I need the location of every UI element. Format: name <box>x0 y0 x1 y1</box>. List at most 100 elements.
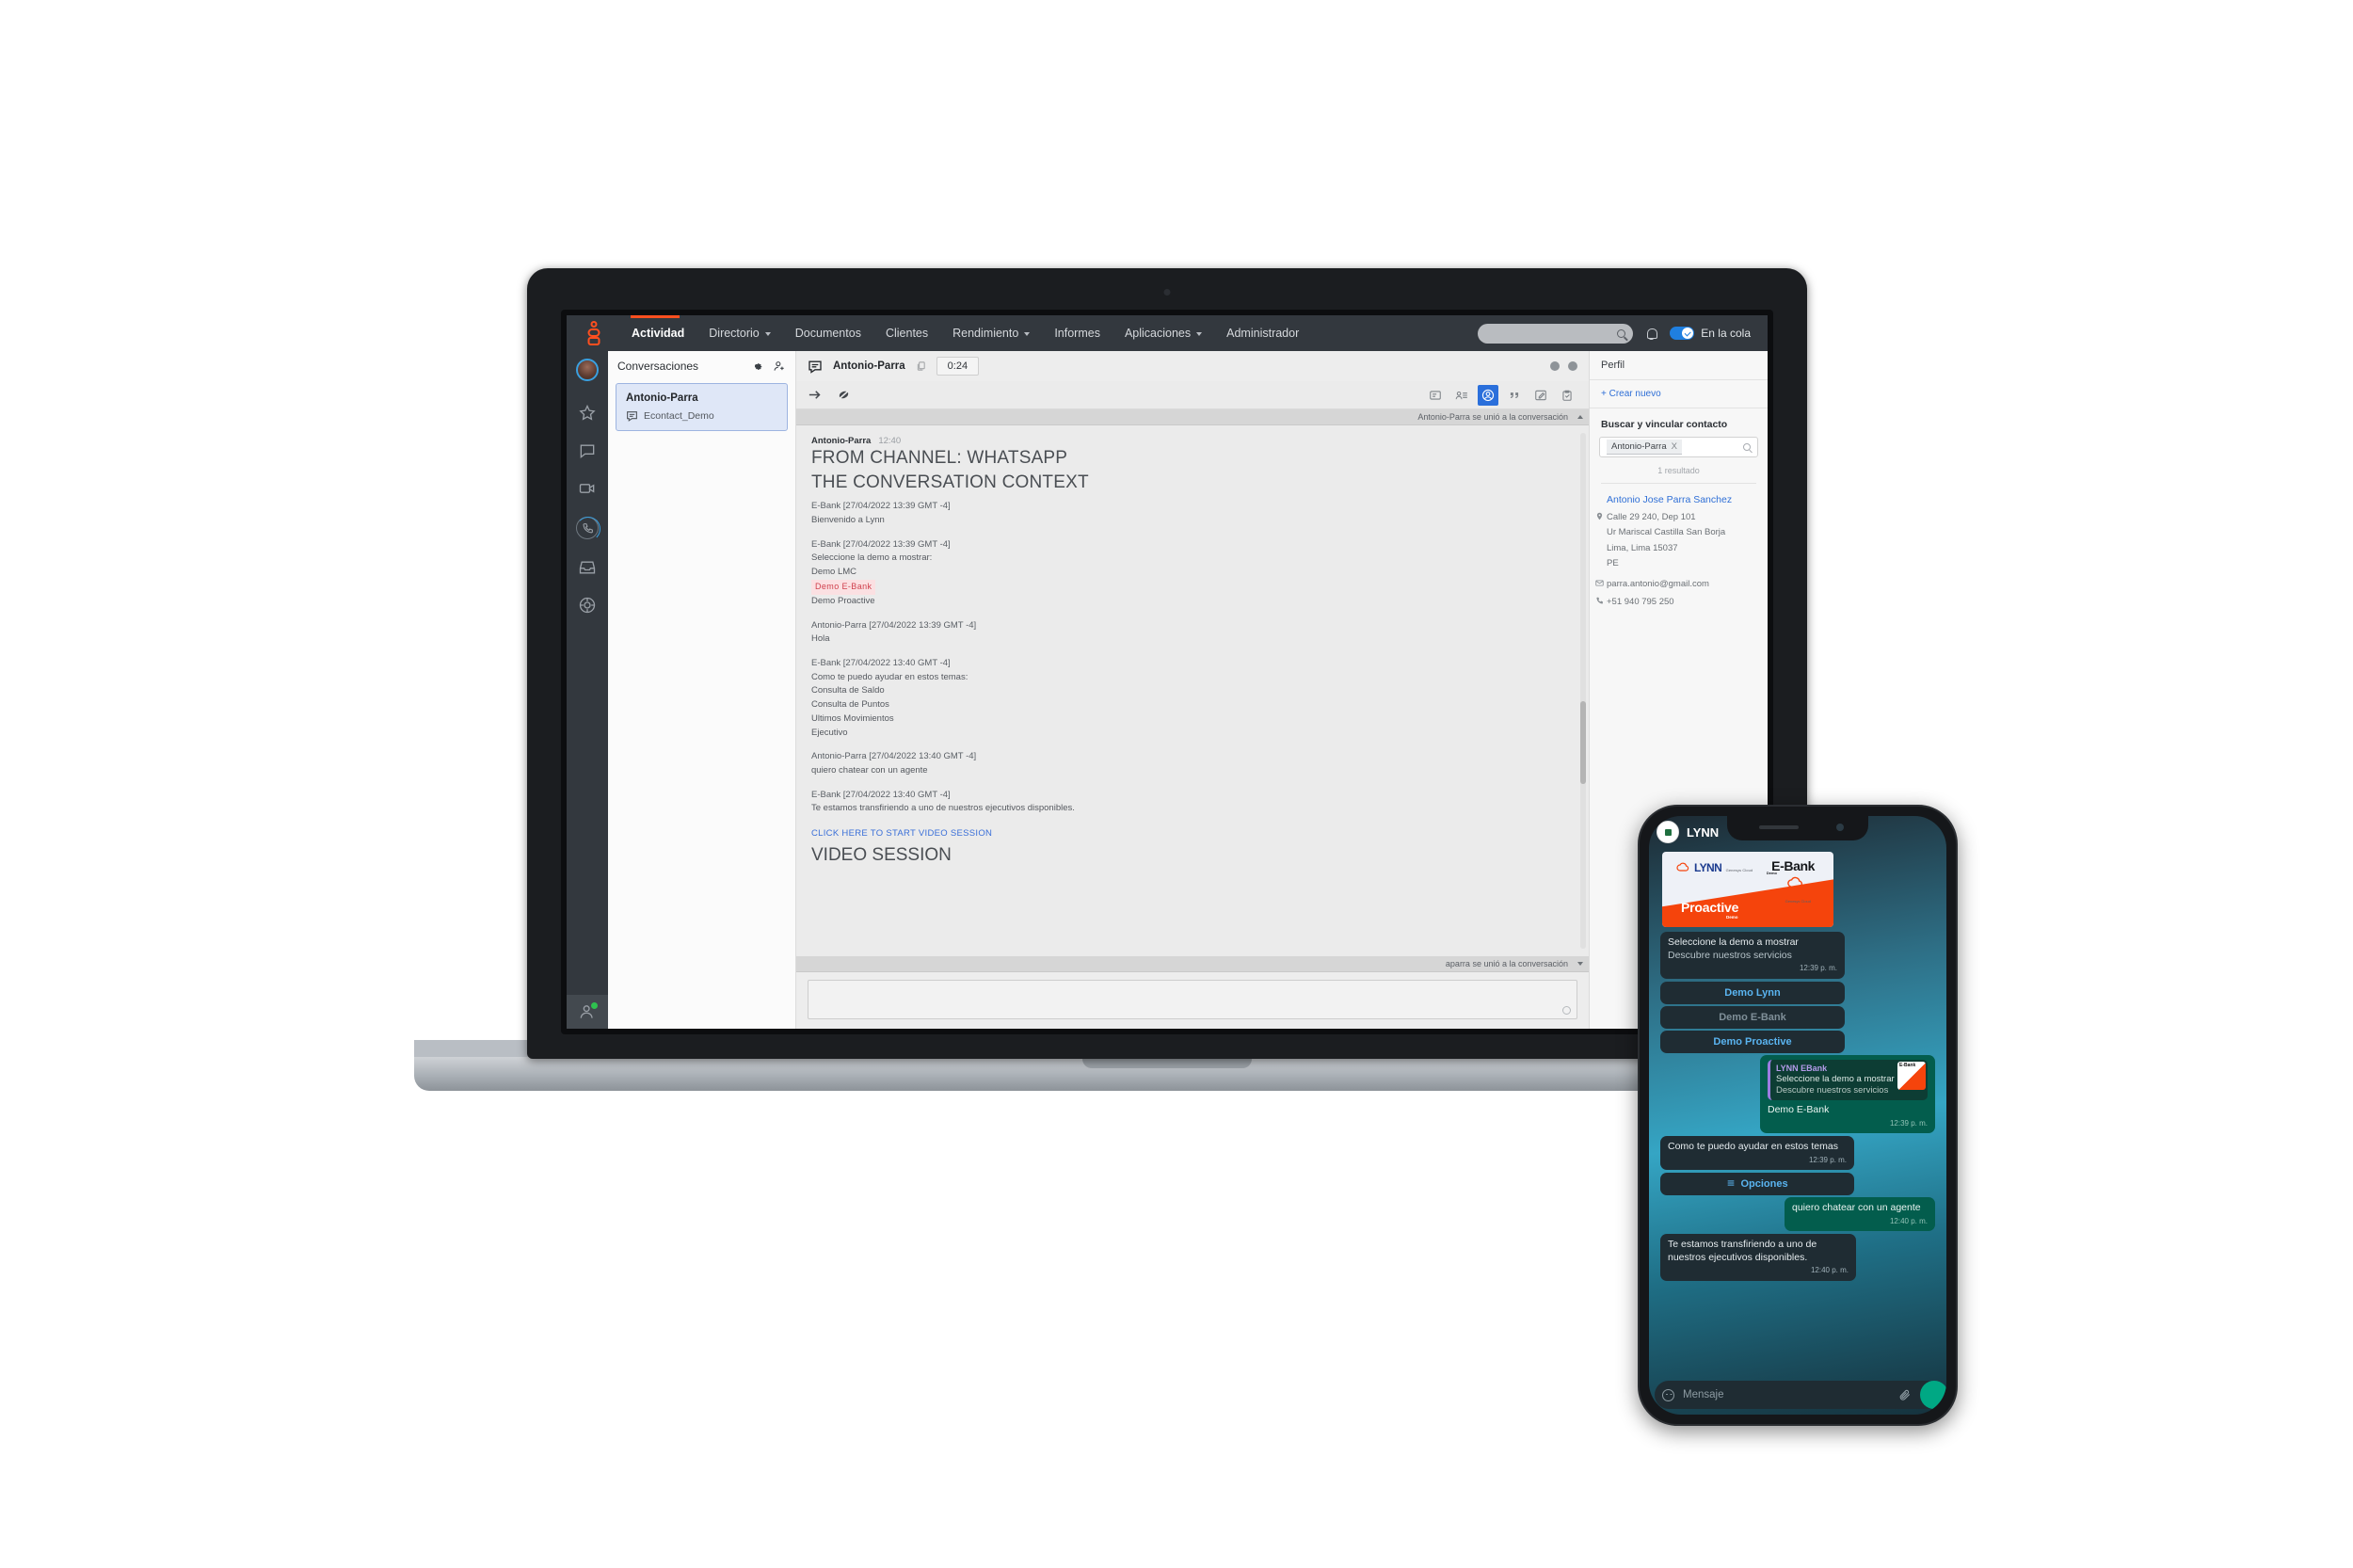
phone-icon[interactable] <box>575 516 600 541</box>
contact-address-line-1: Calle 29 240, Dep 101 <box>1607 512 1696 522</box>
emoji-icon[interactable] <box>1662 1388 1674 1401</box>
transfer-icon[interactable] <box>808 388 822 402</box>
start-video-session-link[interactable]: CLICK HERE TO START VIDEO SESSION <box>811 828 1574 839</box>
options-button[interactable]: Opciones <box>1660 1173 1854 1196</box>
message-meta: E-Bank [27/04/2022 13:39 GMT -4] <box>811 501 951 512</box>
queue-status-control[interactable]: En la cola <box>1670 327 1751 340</box>
nav-item-documentos[interactable]: Documentos <box>783 315 873 351</box>
transcript-block: E-Bank [27/04/2022 13:40 GMT -4] Te esta… <box>811 789 1574 816</box>
genesys-cloud-app: Actividad Directorio Documentos Clientes <box>567 315 1768 1029</box>
laptop-device: Actividad Directorio Documentos Clientes <box>414 268 1920 1096</box>
message-input-placeholder[interactable]: Mensaje <box>1683 1389 1890 1400</box>
nav-item-administrador[interactable]: Administrador <box>1214 315 1311 351</box>
envelope-icon <box>1595 579 1604 587</box>
message-line: Ultimos Movimientos <box>811 712 894 724</box>
sidebar-item-agent[interactable] <box>567 995 608 1029</box>
global-search-input[interactable] <box>1478 323 1634 344</box>
quick-reply-demo-proactive[interactable]: Demo Proactive <box>1660 1030 1845 1053</box>
scroll-up-icon[interactable] <box>1577 415 1583 419</box>
star-icon[interactable] <box>578 404 597 423</box>
video-icon[interactable] <box>578 479 597 498</box>
gear-icon[interactable] <box>750 360 763 373</box>
left-icon-rail <box>567 351 608 1029</box>
quote-icon[interactable] <box>1504 385 1525 406</box>
conversation-header-actions <box>1550 361 1577 371</box>
contact-chip[interactable]: Antonio-Parra X <box>1607 440 1682 455</box>
message-time: 12:39 p. m. <box>1889 1118 1928 1128</box>
message-meta: E-Bank [27/04/2022 13:40 GMT -4] <box>811 657 951 668</box>
send-voice-button[interactable] <box>1920 1381 1946 1409</box>
attachment-icon[interactable] <box>1898 1388 1912 1401</box>
whatsapp-input-bar[interactable]: Mensaje <box>1655 1381 1941 1409</box>
button-label: Opciones <box>1740 1178 1788 1191</box>
create-new-link[interactable]: + Crear nuevo <box>1590 380 1768 408</box>
clipboard-check-icon[interactable] <box>1557 385 1577 406</box>
close-icon[interactable]: X <box>1672 441 1677 452</box>
button-label: Demo Proactive <box>1713 1035 1792 1048</box>
webcam-icon <box>1163 289 1171 296</box>
transcript-scrollbar[interactable] <box>1580 433 1586 949</box>
genesys-logo-icon[interactable] <box>582 321 606 345</box>
whatsapp-message-out: quiero chatear con un agente 12:40 p. m. <box>1785 1197 1935 1232</box>
conversation-channel-label: Econtact_Demo <box>644 410 714 422</box>
message-line: Como te puedo ayudar en estos temas: <box>811 671 968 682</box>
transcript-icon[interactable] <box>1425 385 1446 406</box>
inbox-icon[interactable] <box>578 558 597 577</box>
message-line: quiero chatear con un agente <box>811 765 928 776</box>
whatsapp-chat: LYNN Genesys Cloud E-Bank Demo Genesys C… <box>1649 848 1946 1377</box>
contact-address-line-2: Ur Mariscal Castilla San Borja <box>1607 527 1726 538</box>
copy-icon[interactable] <box>916 360 926 372</box>
conversation-header: Antonio-Parra 0:24 <box>796 351 1589 381</box>
message-composer-input[interactable] <box>808 980 1577 1019</box>
avatar[interactable] <box>576 359 599 381</box>
scroll-down-icon[interactable] <box>1577 962 1583 966</box>
message-line: Consulta de Saldo <box>811 685 885 696</box>
nav-item-rendimiento[interactable]: Rendimiento <box>940 315 1042 351</box>
laptop-lid: Actividad Directorio Documentos Clientes <box>527 268 1807 1059</box>
transcript-author-time: 12:40 <box>878 436 902 446</box>
message-line: Consulta de Puntos <box>811 699 889 711</box>
conversation-list-item[interactable]: Antonio-Parra Econtact_Demo <box>616 383 788 431</box>
contact-search-input[interactable]: Antonio-Parra X <box>1599 437 1758 457</box>
notification-bell-icon[interactable] <box>1646 328 1658 340</box>
quick-reply-demo-lynn[interactable]: Demo Lynn <box>1660 981 1845 1004</box>
back-circle-icon[interactable] <box>1550 361 1560 371</box>
cloud-icon <box>1675 862 1691 873</box>
message-line: Ejecutivo <box>811 727 848 738</box>
avatar[interactable] <box>1657 821 1679 843</box>
contact-email[interactable]: parra.antonio@gmail.com <box>1607 579 1709 589</box>
button-label: Demo Lynn <box>1724 986 1781 999</box>
quick-reply-demo-ebank[interactable]: Demo E-Bank <box>1660 1005 1845 1029</box>
chat-bubble-icon <box>626 410 638 422</box>
profile-icon[interactable] <box>1478 384 1498 406</box>
lynn-logo: LYNN Genesys Cloud <box>1675 859 1753 876</box>
message-line-highlighted: Demo E-Bank <box>811 579 1574 595</box>
conversations-header: Conversaciones <box>608 351 795 381</box>
nav-label: Actividad <box>632 327 685 340</box>
message-text: quiero chatear con un agente <box>1792 1202 1921 1214</box>
nav-item-clientes[interactable]: Clientes <box>873 315 940 351</box>
conversation-header-name: Antonio-Parra <box>833 360 905 372</box>
top-navigation-bar: Actividad Directorio Documentos Clientes <box>567 315 1768 351</box>
nav-item-directorio[interactable]: Directorio <box>696 315 783 351</box>
transcript-scroll-thumb[interactable] <box>1580 700 1586 784</box>
edit-icon[interactable] <box>1530 385 1551 406</box>
nav-item-actividad[interactable]: Actividad <box>619 315 696 351</box>
contact-list-icon[interactable] <box>1451 385 1472 406</box>
contact-address-row: PE <box>1590 556 1768 571</box>
target-icon[interactable] <box>578 596 597 615</box>
nav-item-informes[interactable]: Informes <box>1042 315 1112 351</box>
queue-toggle[interactable] <box>1670 327 1695 340</box>
whatsapp-message-in: Como te puedo ayudar en estos temas 12:3… <box>1660 1136 1854 1171</box>
profile-panel-title: Perfil <box>1590 351 1768 380</box>
chat-icon[interactable] <box>578 441 597 460</box>
message-line: Seleccione la demo a mostrar: <box>811 552 933 564</box>
nav-item-aplicaciones[interactable]: Aplicaciones <box>1112 315 1214 351</box>
add-user-icon[interactable] <box>773 360 786 373</box>
contact-name-link[interactable]: Antonio Jose Parra Sanchez <box>1590 484 1768 510</box>
history-circle-icon[interactable] <box>1568 361 1577 371</box>
mute-icon[interactable] <box>837 388 851 402</box>
phone-body: LYNN LYNN Genesys Cloud E-Bank Demo Gene… <box>1638 805 1958 1426</box>
nav-label: Directorio <box>709 327 760 340</box>
contact-phone[interactable]: +51 940 795 250 <box>1607 597 1674 607</box>
